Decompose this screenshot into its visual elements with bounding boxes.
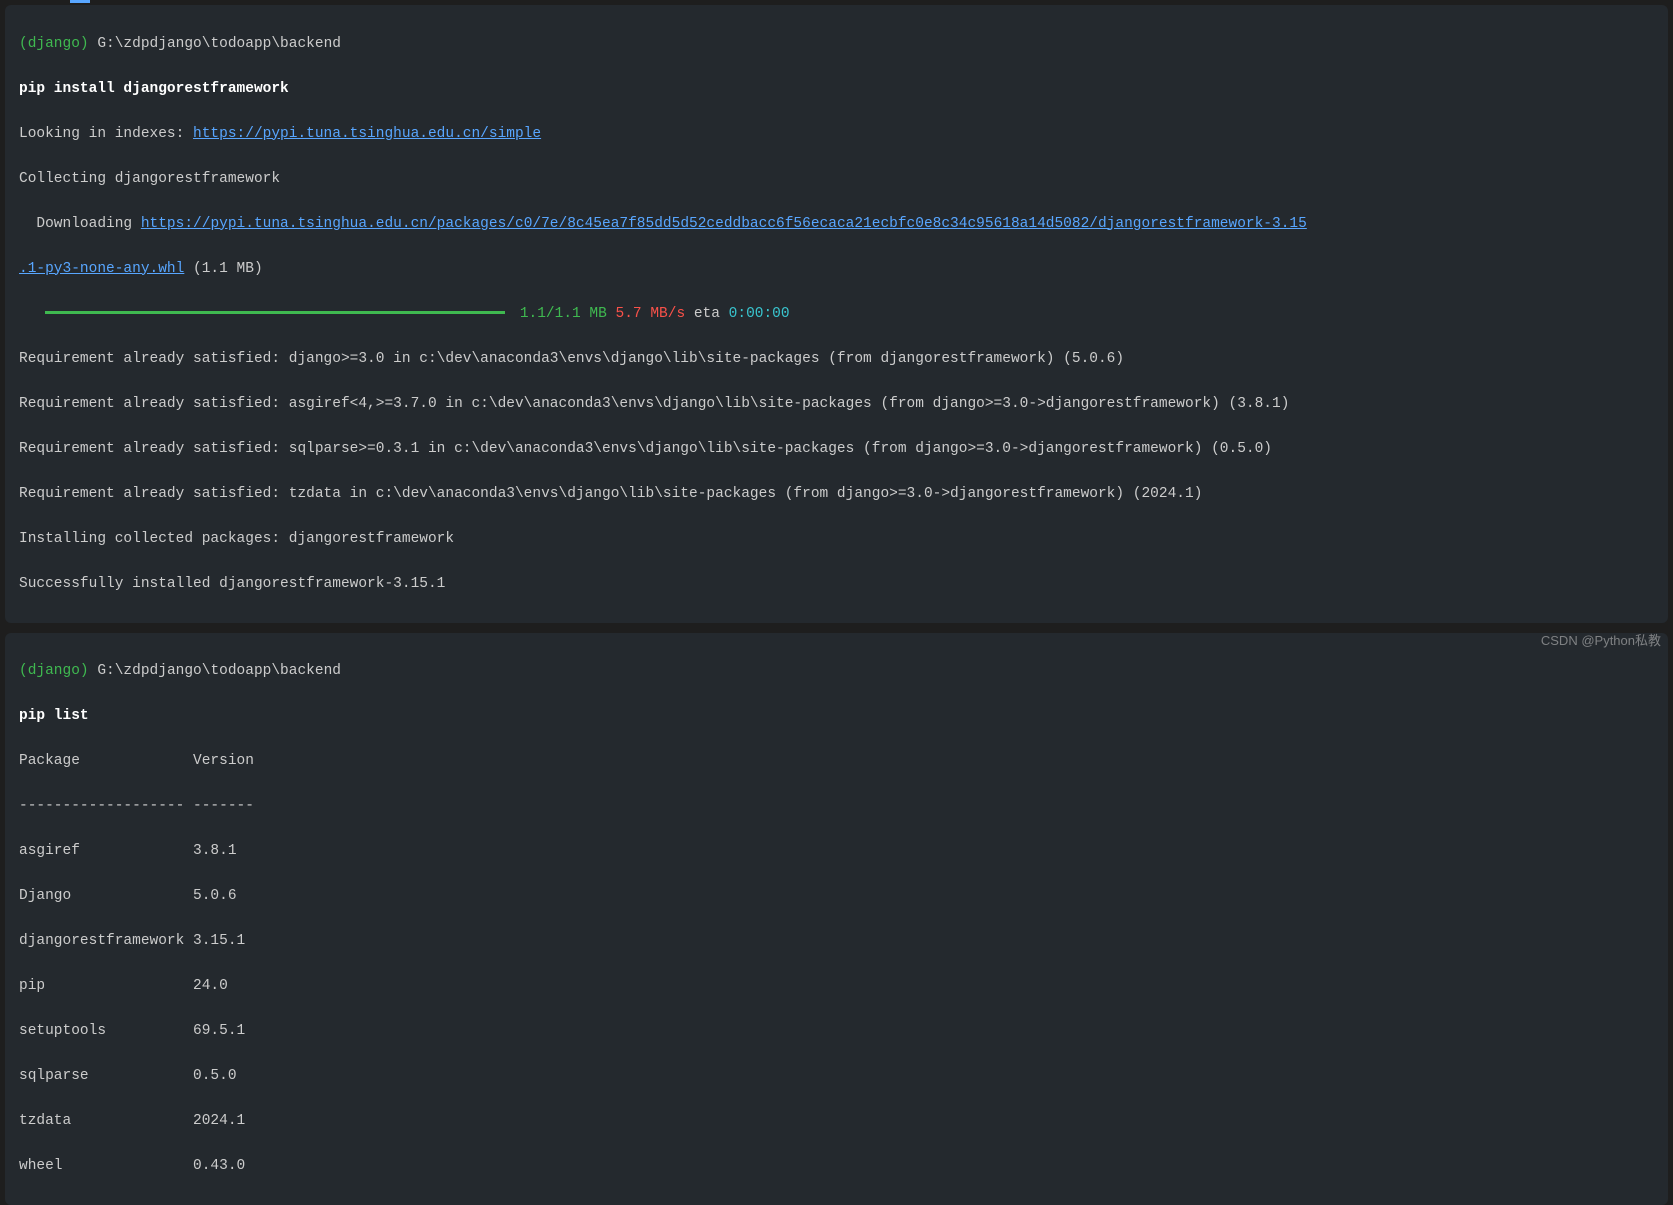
prompt-path-2: G:\zdpdjango\todoapp\backend	[89, 663, 341, 679]
lookup-prefix: Looking in indexes:	[19, 126, 193, 142]
list-row: wheel 0.43.0	[19, 1155, 1654, 1178]
watermark-text: CSDN @Python私教	[1541, 630, 1661, 653]
wheel-url-link-b[interactable]: .1-py3-none-any.whl	[19, 261, 184, 277]
prompt-path: G:\zdpdjango\todoapp\backend	[89, 36, 341, 52]
output-downloading-cont: .1-py3-none-any.whl (1.1 MB)	[19, 258, 1654, 281]
wheel-url-link-a[interactable]: https://pypi.tuna.tsinghua.edu.cn/packag…	[141, 216, 1307, 232]
prompt-line: (django) G:\zdpdjango\todoapp\backend	[19, 33, 1654, 56]
req-satisfied-2: Requirement already satisfied: asgiref<4…	[19, 393, 1654, 416]
command-list: pip list	[19, 705, 1654, 728]
progress-eta-label: eta	[685, 306, 729, 322]
terminal-block-1: (django) G:\zdpdjango\todoapp\backend pi…	[5, 5, 1668, 623]
download-prefix: Downloading	[19, 216, 141, 232]
list-row: djangorestframework 3.15.1	[19, 930, 1654, 953]
list-row: tzdata 2024.1	[19, 1110, 1654, 1133]
progress-line: 1.1/1.1 MB 5.7 MB/s eta 0:00:00	[19, 303, 1654, 326]
success-line: Successfully installed djangorestframewo…	[19, 573, 1654, 596]
command-install: pip install djangorestframework	[19, 78, 1654, 101]
list-row: asgiref 3.8.1	[19, 840, 1654, 863]
progress-bar	[45, 311, 505, 314]
progress-size: 1.1/1.1 MB	[520, 306, 607, 322]
list-header: Package Version	[19, 750, 1654, 773]
installing-line: Installing collected packages: djangores…	[19, 528, 1654, 551]
wheel-size: (1.1 MB)	[184, 261, 262, 277]
output-lookup: Looking in indexes: https://pypi.tuna.ts…	[19, 123, 1654, 146]
top-accent-bar	[70, 0, 90, 3]
prompt-env: (django)	[19, 36, 89, 52]
list-row: sqlparse 0.5.0	[19, 1065, 1654, 1088]
req-satisfied-4: Requirement already satisfied: tzdata in…	[19, 483, 1654, 506]
output-collecting: Collecting djangorestframework	[19, 168, 1654, 191]
req-satisfied-1: Requirement already satisfied: django>=3…	[19, 348, 1654, 371]
progress-speed: 5.7 MB/s	[616, 306, 686, 322]
prompt-env-2: (django)	[19, 663, 89, 679]
list-row: setuptools 69.5.1	[19, 1020, 1654, 1043]
list-divider: ------------------- -------	[19, 795, 1654, 818]
index-url-link[interactable]: https://pypi.tuna.tsinghua.edu.cn/simple	[193, 126, 541, 142]
prompt-line-2: (django) G:\zdpdjango\todoapp\backend	[19, 660, 1654, 683]
progress-eta: 0:00:00	[729, 306, 790, 322]
req-satisfied-3: Requirement already satisfied: sqlparse>…	[19, 438, 1654, 461]
list-row: Django 5.0.6	[19, 885, 1654, 908]
output-downloading: Downloading https://pypi.tuna.tsinghua.e…	[19, 213, 1654, 236]
terminal-block-2: (django) G:\zdpdjango\todoapp\backend pi…	[5, 633, 1668, 1205]
list-row: pip 24.0	[19, 975, 1654, 998]
